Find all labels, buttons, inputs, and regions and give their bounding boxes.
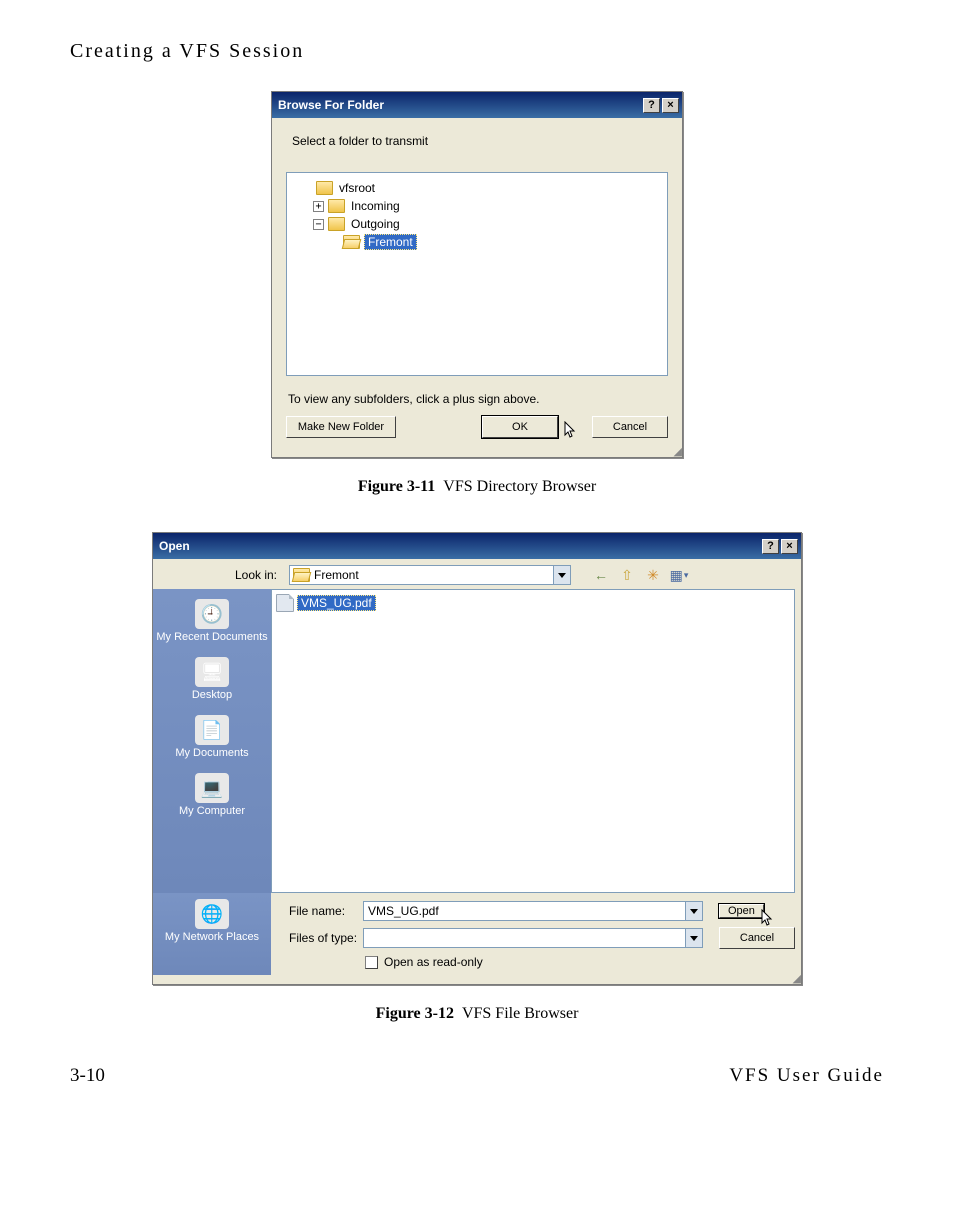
make-new-folder-button[interactable]: Make New Folder — [286, 416, 396, 438]
figure-open-dialog: Open ? × Look in: Fremont ← ⇧ ✳ ▦▾ — [70, 532, 884, 987]
places-my-computer[interactable]: 💻 My Computer — [153, 769, 271, 823]
cursor-pointer-icon — [564, 421, 578, 442]
place-label: My Recent Documents — [153, 631, 271, 643]
page-footer: 3-10 VFS User Guide — [70, 1065, 884, 1087]
look-in-dropdown[interactable]: Fremont — [289, 565, 571, 585]
file-list-area[interactable]: VMS_UG.pdf — [271, 589, 795, 893]
expand-minus-icon[interactable]: − — [313, 219, 324, 230]
folder-open-icon — [343, 235, 360, 249]
tree-node-vfsroot[interactable]: vfsroot — [337, 181, 377, 195]
figure-label: Figure 3-12 — [376, 1005, 454, 1022]
file-name-label: VMS_UG.pdf — [297, 595, 376, 611]
chevron-down-icon — [558, 573, 566, 578]
page-header: Creating a VFS Session — [70, 40, 884, 63]
open-file-dialog: Open ? × Look in: Fremont ← ⇧ ✳ ▦▾ — [152, 532, 802, 985]
look-in-value: Fremont — [314, 568, 549, 582]
folder-tree[interactable]: vfsroot + Incoming − Outgoing Fremont — [286, 172, 668, 376]
browse-instruction: Select a folder to transmit — [292, 134, 668, 148]
browse-for-folder-dialog: Browse For Folder ? × Select a folder to… — [271, 91, 683, 458]
files-of-type-label: Files of type: — [281, 931, 363, 945]
tree-node-fremont[interactable]: Fremont — [364, 234, 417, 250]
dialog-titlebar: Open ? × — [153, 533, 801, 559]
titlebar-close-button[interactable]: × — [781, 539, 798, 554]
place-label: My Network Places — [165, 931, 259, 943]
chevron-down-icon — [690, 936, 698, 941]
figure-text: VFS File Browser — [462, 1005, 578, 1022]
expand-plus-icon[interactable]: + — [313, 201, 324, 212]
place-label: My Documents — [153, 747, 271, 759]
places-recent-documents[interactable]: 🕘 My Recent Documents — [153, 595, 271, 649]
places-my-network-places[interactable]: 🌐 My Network Places — [153, 893, 271, 975]
views-menu-icon[interactable]: ▦▾ — [669, 565, 689, 585]
place-label: Desktop — [153, 689, 271, 701]
create-new-folder-icon[interactable]: ✳ — [643, 565, 663, 585]
file-item[interactable]: VMS_UG.pdf — [276, 594, 376, 612]
open-button[interactable]: Open — [719, 904, 764, 918]
back-icon[interactable]: ← — [591, 565, 611, 585]
views-grid-icon: ▦ — [670, 567, 683, 584]
document-title: VFS User Guide — [729, 1065, 884, 1087]
my-network-places-icon: 🌐 — [195, 899, 229, 929]
titlebar-help-button[interactable]: ? — [643, 98, 660, 113]
page-number: 3-10 — [70, 1065, 105, 1087]
chevron-down-icon: ▾ — [684, 570, 689, 581]
ok-button[interactable]: OK — [482, 416, 558, 438]
dropdown-button[interactable] — [685, 929, 702, 947]
places-desktop[interactable]: 🖥 Desktop — [153, 653, 271, 707]
figure-label: Figure 3-11 — [358, 478, 435, 495]
figure-caption-2: Figure 3-12 VFS File Browser — [70, 1005, 884, 1023]
resize-grip-icon[interactable]: ◢ — [153, 975, 801, 984]
cursor-pointer-icon — [761, 909, 775, 930]
titlebar-close-button[interactable]: × — [662, 98, 679, 113]
chevron-down-icon — [690, 909, 698, 914]
dropdown-button[interactable] — [553, 566, 570, 584]
figure-caption-1: Figure 3-11 VFS Directory Browser — [70, 478, 884, 496]
folder-open-icon — [293, 568, 310, 582]
titlebar-help-button[interactable]: ? — [762, 539, 779, 554]
figure-text: VFS Directory Browser — [443, 478, 596, 495]
folder-icon — [328, 217, 345, 231]
up-one-level-icon[interactable]: ⇧ — [617, 565, 637, 585]
files-of-type-dropdown[interactable] — [363, 928, 703, 948]
open-read-only-checkbox[interactable] — [365, 956, 378, 969]
place-label: My Computer — [153, 805, 271, 817]
my-computer-icon: 💻 — [195, 773, 229, 803]
pdf-file-icon — [276, 594, 294, 612]
places-bar: 🕘 My Recent Documents 🖥 Desktop 📄 My Doc… — [153, 589, 271, 893]
folder-icon — [328, 199, 345, 213]
dialog-title: Browse For Folder — [278, 98, 384, 112]
open-toolbar: Look in: Fremont ← ⇧ ✳ ▦▾ — [153, 559, 801, 589]
file-name-value: VMS_UG.pdf — [364, 904, 685, 918]
figure-browse-for-folder: Browse For Folder ? × Select a folder to… — [70, 91, 884, 460]
open-read-only-label: Open as read-only — [384, 955, 483, 969]
places-my-documents[interactable]: 📄 My Documents — [153, 711, 271, 765]
dropdown-button[interactable] — [685, 902, 702, 920]
desktop-icon: 🖥 — [195, 657, 229, 687]
cancel-button[interactable]: Cancel — [719, 927, 795, 949]
resize-grip-icon[interactable]: ◢ — [272, 448, 682, 457]
folder-icon — [316, 181, 333, 195]
tree-node-outgoing[interactable]: Outgoing — [349, 217, 402, 231]
cancel-button[interactable]: Cancel — [592, 416, 668, 438]
dialog-title: Open — [159, 539, 190, 553]
file-name-label: File name: — [281, 904, 363, 918]
tree-node-incoming[interactable]: Incoming — [349, 199, 402, 213]
look-in-label: Look in: — [161, 568, 283, 582]
recent-documents-icon: 🕘 — [195, 599, 229, 629]
my-documents-icon: 📄 — [195, 715, 229, 745]
browse-hint: To view any subfolders, click a plus sig… — [288, 392, 668, 406]
dialog-titlebar: Browse For Folder ? × — [272, 92, 682, 118]
file-name-input[interactable]: VMS_UG.pdf — [363, 901, 703, 921]
